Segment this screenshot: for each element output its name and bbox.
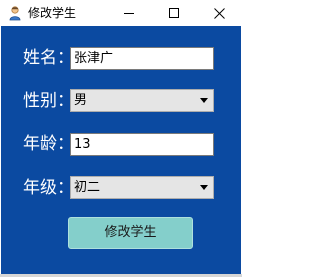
age-input[interactable]: 13 [70,133,214,156]
user-app-icon [7,5,23,21]
minimize-icon [124,13,134,14]
edit-student-button[interactable]: 修改学生 [68,217,193,249]
maximize-button[interactable] [155,0,193,26]
name-label: 姓名： [23,48,74,68]
window-title: 修改学生 [28,6,77,20]
gender-label: 性别： [23,91,74,111]
minimize-button[interactable] [110,0,148,26]
grade-label: 年级： [23,178,74,198]
form-panel: 姓名： 张津广 性别： 男 年龄： 13 年级： 初二 修改学生 [1,26,241,274]
name-input[interactable]: 张津广 [70,47,214,70]
close-icon [213,7,225,19]
edit-student-window: 修改学生 姓名： 张津广 性别： 男 年龄： 13 年级： 初二 修改学生 [0,0,242,277]
maximize-icon [169,8,179,18]
title-bar[interactable]: 修改学生 [0,0,242,26]
grade-selected-value: 初二 [74,180,101,195]
close-button[interactable] [200,0,238,26]
gender-select[interactable]: 男 [70,89,214,112]
chevron-down-icon[interactable] [200,98,208,103]
gender-selected-value: 男 [74,93,88,108]
age-label: 年龄： [23,134,74,154]
grade-select[interactable]: 初二 [70,176,214,199]
chevron-down-icon[interactable] [200,185,208,190]
